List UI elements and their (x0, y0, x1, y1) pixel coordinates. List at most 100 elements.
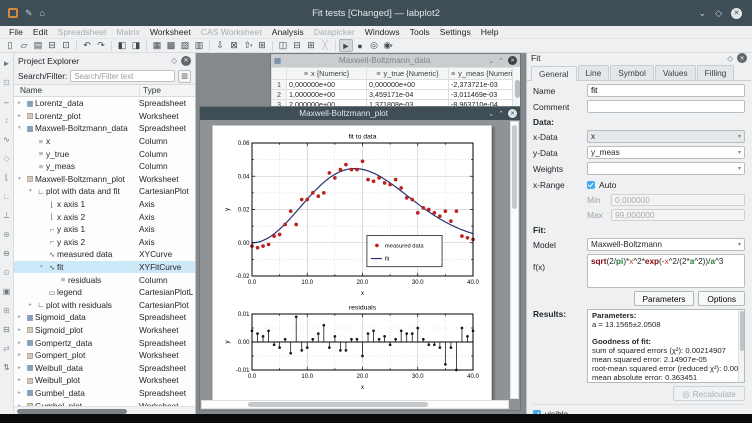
tile-horizontal-icon[interactable]: ⊟ (290, 39, 304, 52)
tree-item-measured-data[interactable]: ∿measured dataXYCurve (14, 248, 195, 261)
tree-item-gompertz-data[interactable]: ▸▦Gompertz_dataSpreadsheet (14, 336, 195, 349)
expander-icon[interactable]: ▸ (18, 390, 25, 396)
menu-analysis[interactable]: Analysis (267, 27, 309, 37)
tree-item-plot-with-residuals[interactable]: ▸∟plot with residualsCartesianPlot (14, 299, 195, 312)
zoom-out-icon[interactable]: ⊖ (1, 244, 13, 263)
cell[interactable]: -2,373721e-03 (449, 80, 515, 90)
tab-general[interactable]: General (531, 66, 577, 81)
row-number[interactable]: 2 (272, 90, 287, 100)
cell[interactable]: 1,000000e+00 (287, 90, 367, 100)
tab-values[interactable]: Values (655, 65, 696, 80)
fit-to-data-chart[interactable]: 0.010.020.030.040.0-0.020.000.020.040.06… (222, 130, 482, 298)
new-document-icon[interactable]: ▯ (3, 39, 17, 52)
column-header[interactable]: ≡ y_true {Numeric} (367, 68, 449, 80)
float-dock-icon[interactable]: ◇ (727, 54, 733, 63)
expander-icon[interactable]: ▾ (18, 125, 25, 131)
new-workbook-icon[interactable]: ◧ (115, 39, 129, 52)
expander-icon[interactable]: ▸ (18, 100, 25, 106)
plot-vertical-scrollbar[interactable] (510, 121, 519, 399)
cell[interactable]: 3,459171e-04 (367, 90, 449, 100)
open-document-icon[interactable]: ▱ (17, 39, 31, 52)
cell[interactable]: 0,000000e+00 (287, 80, 367, 90)
auto-scale-icon[interactable]: ▣ (1, 282, 13, 301)
shift-up-down-icon[interactable]: ⇅ (1, 358, 13, 377)
add-text-label-icon[interactable]: ⊥ (1, 206, 13, 225)
select-mode-icon[interactable]: ► (1, 54, 13, 73)
parameters-button[interactable]: Parameters (634, 291, 695, 306)
add-legend-icon[interactable]: ∟ (1, 187, 13, 206)
tree-item-weibull-data[interactable]: ▸▦Weibull_dataSpreadsheet (14, 361, 195, 374)
new-worksheet-icon[interactable]: ▧ (178, 39, 192, 52)
zoom-origin-icon[interactable]: ⊙ (1, 263, 13, 282)
tree-item-gompert-plot[interactable]: ▸▧Gompert_plotWorksheet (14, 349, 195, 362)
minimize-button[interactable]: ⌄ (699, 8, 707, 19)
import-file-icon[interactable]: ⇩ (213, 39, 227, 52)
plot-window[interactable]: Maxwell-Boltzmann_plot ⌄ ⌃ ✕ 0.010.020.0… (199, 106, 521, 411)
spreadsheet-window[interactable]: ▦ Maxwell-Boltzmann_data ⌄ ⌃ ✕ ≡ x {Nume… (270, 53, 521, 110)
results-box[interactable]: Parameters:a = 13.1565±2.0508 Goodness o… (587, 309, 745, 383)
ydata-combobox[interactable]: y_meas ▾ (587, 146, 745, 159)
zoom-select-mode-icon[interactable]: ⊡ (1, 73, 13, 92)
auto-scale-x-icon[interactable]: ⊞ (1, 301, 13, 320)
weights-combobox[interactable]: ▾ (587, 162, 745, 175)
menu-edit[interactable]: Edit (28, 27, 53, 37)
tree-item-x[interactable]: ≡xColumn (14, 135, 195, 148)
tree-item-x-axis-1[interactable]: ⌊x axis 1Axis (14, 198, 195, 211)
expander-icon[interactable]: ▸ (18, 340, 25, 346)
window-shade-icon[interactable]: ⌄ (488, 57, 494, 65)
tree-item-y-axis-1[interactable]: ⌐y axis 1Axis (14, 223, 195, 236)
shift-left-right-icon[interactable]: ⇄ (1, 339, 13, 358)
tab-line[interactable]: Line (578, 65, 610, 80)
cell[interactable]: 0,000000e+00 (367, 80, 449, 90)
auto-checkbox[interactable] (587, 181, 595, 189)
window-close-icon[interactable]: ✕ (508, 56, 517, 65)
expander-icon[interactable]: ▸ (18, 377, 25, 383)
search-input[interactable] (70, 70, 175, 82)
tree-item-y-true[interactable]: ≡y_trueColumn (14, 147, 195, 160)
window-shade-icon[interactable]: ⌄ (488, 110, 494, 118)
undo-icon[interactable]: ↶ (80, 39, 94, 52)
close-dock-icon[interactable]: ✕ (737, 53, 747, 63)
column-header[interactable]: ≡ y_meas {Numeric} (449, 68, 515, 80)
select-pointer-icon[interactable]: ► (339, 39, 353, 52)
row-number[interactable]: 1 (272, 80, 287, 90)
print-preview-icon[interactable]: ⊡ (59, 39, 73, 52)
window-maximize-icon[interactable]: ⌃ (498, 57, 504, 65)
min-spinbox[interactable]: 0,000000 (611, 194, 745, 206)
menu-help[interactable]: Help (476, 27, 504, 37)
maximize-button[interactable]: ◇ (715, 8, 722, 19)
tree-horizontal-scrollbar[interactable] (14, 406, 195, 414)
tree-item-plot-with-data-and-fit[interactable]: ▾∟plot with data and fitCartesianPlot (14, 185, 195, 198)
close-dock-icon[interactable]: ✕ (181, 56, 191, 66)
add-curve-icon[interactable]: ∿ (1, 130, 13, 149)
tree-item-residuals[interactable]: ≡residualsColumn (14, 273, 195, 286)
menu-worksheet[interactable]: Worksheet (145, 27, 196, 37)
tab-symbol[interactable]: Symbol (610, 65, 654, 80)
tree-item-gumbel-plot[interactable]: ▸▧Gumbel_plotWorksheet (14, 399, 195, 406)
comment-input[interactable] (587, 100, 745, 113)
share-icon[interactable]: ⊞ (255, 39, 269, 52)
column-header[interactable]: ≡ x {Numeric} (287, 68, 367, 80)
spreadsheet-vertical-scrollbar[interactable] (512, 67, 520, 110)
expander-icon[interactable]: ▸ (18, 314, 25, 320)
import-sql-icon[interactable]: ⊠ (227, 39, 241, 52)
magnify-mode-icon[interactable]: ◉▾ (381, 39, 395, 52)
expander-icon[interactable]: ▾ (18, 176, 25, 182)
expander-icon[interactable]: ▾ (29, 188, 36, 194)
tile-grid-icon[interactable]: ⊞ (304, 39, 318, 52)
save-icon[interactable]: ▤ (31, 39, 45, 52)
add-axis-icon[interactable]: ⌊ (1, 168, 13, 187)
options-button[interactable]: Options (698, 291, 745, 306)
export-icon[interactable]: ⇧▾ (241, 39, 255, 52)
tree-item-y-meas[interactable]: ≡y_measColumn (14, 160, 195, 173)
tree-item-legend[interactable]: ▭legendCartesianPlotL (14, 286, 195, 299)
float-dock-icon[interactable]: ◇ (171, 56, 177, 65)
visible-checkbox[interactable] (533, 410, 541, 414)
menu-windows[interactable]: Windows (360, 27, 405, 37)
zoom-select-icon[interactable]: ● (353, 39, 367, 52)
max-spinbox[interactable]: 99,000000 (611, 209, 745, 221)
pen-icon[interactable]: ✎ (25, 8, 33, 19)
zoom-in-icon[interactable]: ⊕ (1, 225, 13, 244)
cell[interactable]: -3,011469e-03 (449, 90, 515, 100)
tree-item-x-axis-2[interactable]: ⌊x axis 2Axis (14, 210, 195, 223)
